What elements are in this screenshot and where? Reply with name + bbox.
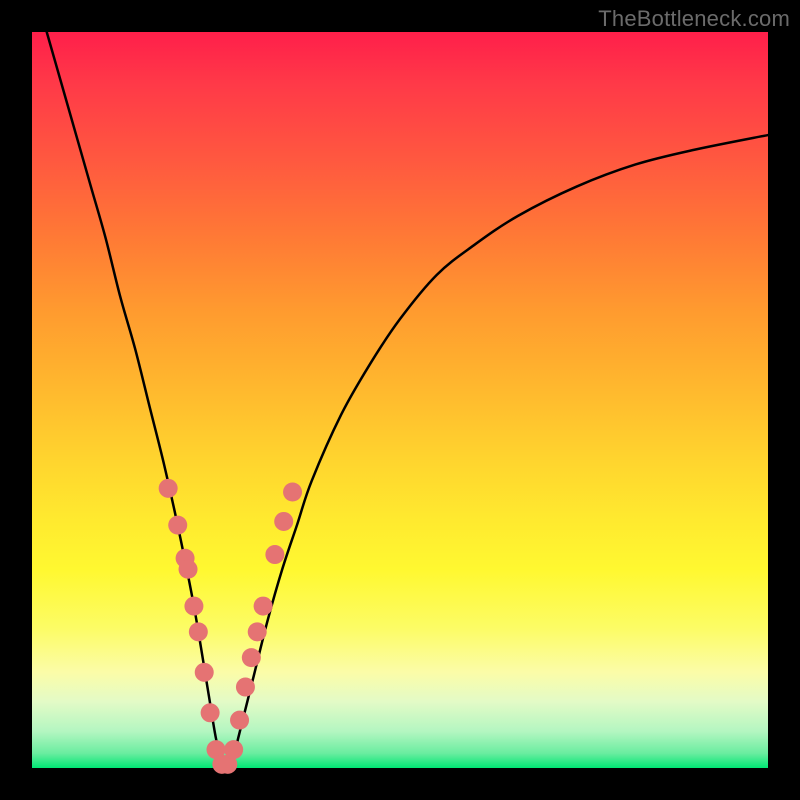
marker-dot (201, 703, 220, 722)
marker-dot (195, 663, 214, 682)
marker-dot (184, 597, 203, 616)
marker-dot (168, 516, 187, 535)
marker-dot (242, 648, 261, 667)
marker-dot (224, 740, 243, 759)
marker-dot (236, 678, 255, 697)
chart-frame: TheBottleneck.com (0, 0, 800, 800)
marker-dot (274, 512, 293, 531)
marker-dot (230, 711, 249, 730)
plot-area (32, 32, 768, 768)
marker-dot (159, 479, 178, 498)
marker-dot (265, 545, 284, 564)
bottleneck-curve (47, 32, 768, 772)
marker-dot (179, 560, 198, 579)
chart-svg (32, 32, 768, 768)
marker-dot (254, 597, 273, 616)
watermark-text: TheBottleneck.com (598, 6, 790, 32)
highlight-dots (159, 479, 302, 774)
marker-dot (283, 483, 302, 502)
marker-dot (248, 622, 267, 641)
marker-dot (189, 622, 208, 641)
